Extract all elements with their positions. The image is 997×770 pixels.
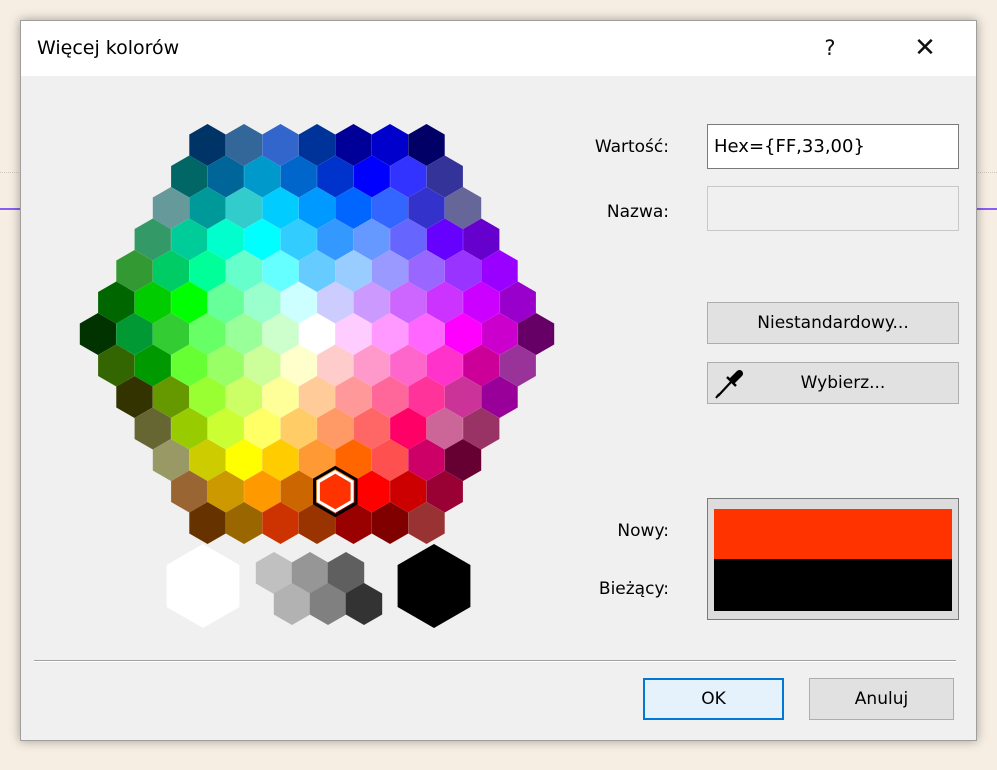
help-button[interactable]: ? [811,29,849,67]
color-name-input [707,186,959,231]
eyedropper-icon [712,365,748,401]
new-color-swatch [714,509,952,559]
cancel-button[interactable]: Anuluj [809,678,954,720]
current-color-swatch [714,559,952,611]
black-hex[interactable] [397,544,471,628]
pick-button-label: Wybierz... [800,373,886,393]
white-hex[interactable] [166,544,240,628]
custom-color-button[interactable]: Niestandardowy... [707,302,959,344]
ok-button[interactable]: OK [643,678,784,720]
current-color-label: Bieżący: [598,579,669,599]
value-label: Wartość: [594,137,669,157]
color-preview [707,498,959,620]
close-icon: ✕ [914,33,936,63]
close-button[interactable]: ✕ [901,29,949,67]
hexagon-color-palette [79,124,555,628]
footer-separator [34,660,956,662]
new-color-label: Nowy: [617,521,669,541]
pick-color-button[interactable]: Wybierz... [707,362,959,404]
name-label: Nazwa: [606,202,669,222]
more-colors-dialog: Więcej kolorów ? ✕ Wartość: Nazwa: Niest… [20,20,977,741]
hex-value-input[interactable] [707,124,959,169]
